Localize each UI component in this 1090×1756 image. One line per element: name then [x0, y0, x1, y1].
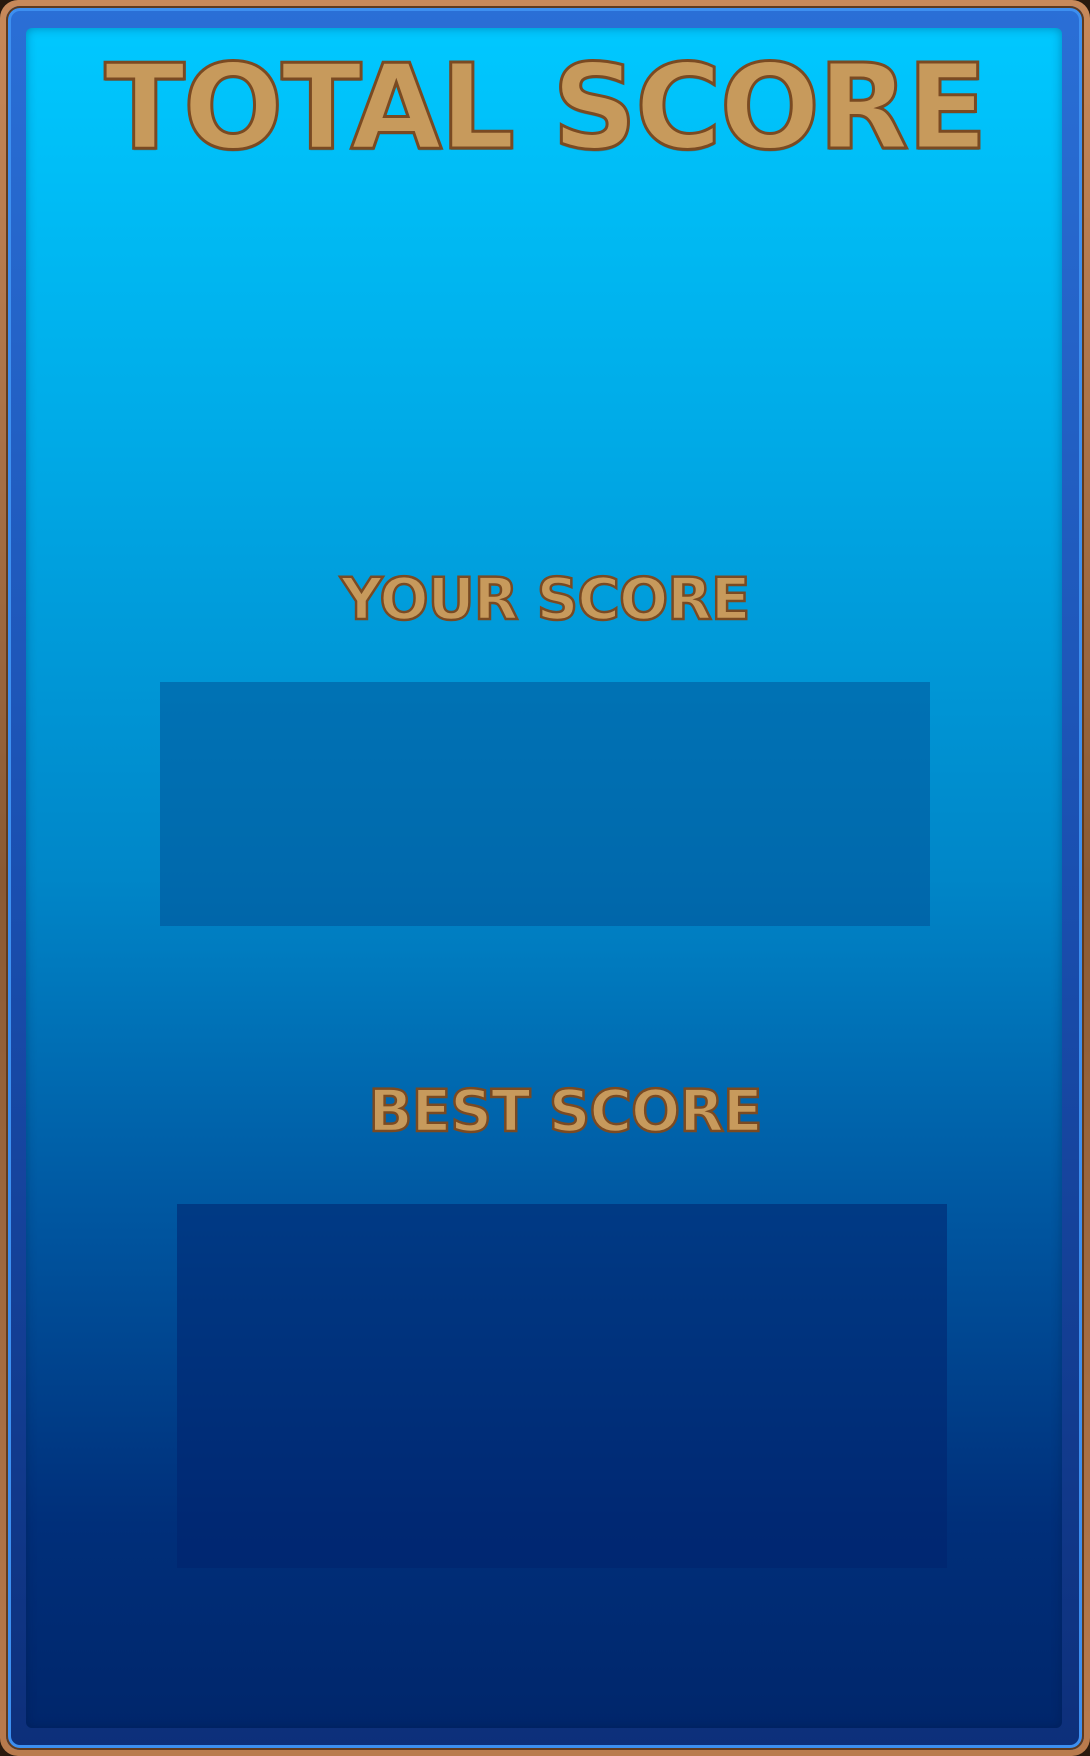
your-score-box — [160, 682, 930, 926]
your-score-label: YOUR SCORE — [339, 565, 752, 633]
page-title: TOTAL SCORE — [103, 38, 989, 176]
best-score-label: BEST SCORE — [367, 1077, 764, 1145]
best-score-box — [177, 1204, 947, 1568]
